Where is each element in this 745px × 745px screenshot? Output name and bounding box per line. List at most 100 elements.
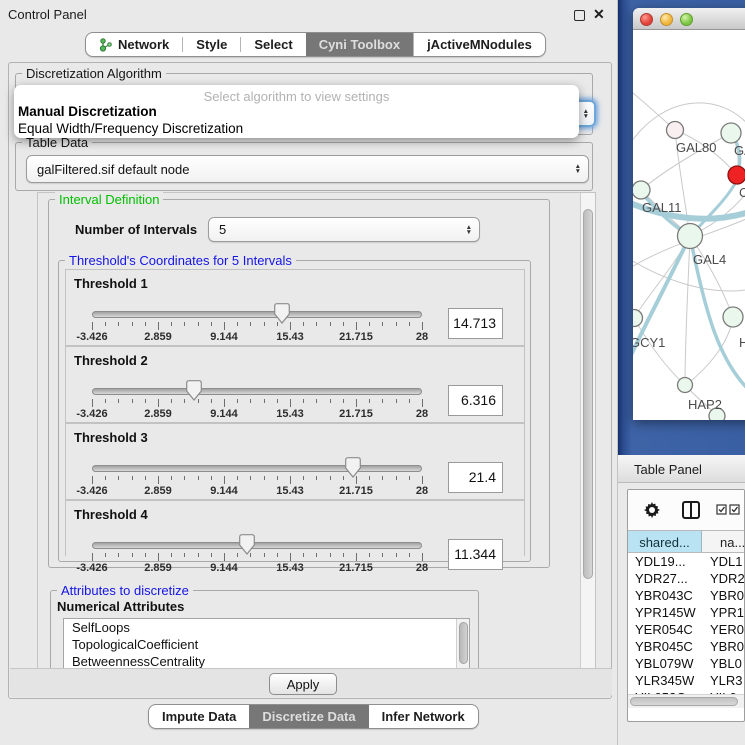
stepper-arrows-icon: ▲▼ <box>466 225 472 235</box>
table-data-combobox[interactable]: galFiltered.sif default node ▲▼ <box>26 155 589 183</box>
table-panel-title: Table Panel <box>634 462 702 477</box>
slider-ticks <box>92 553 422 562</box>
panel-title: Control Panel <box>8 7 87 22</box>
table-row[interactable]: YBR045CYBR0 <box>628 638 744 655</box>
close-icon[interactable]: ✕ <box>593 6 605 23</box>
attribute-list-item[interactable]: SelfLoops <box>64 619 469 636</box>
tab-cyni-toolbox[interactable]: Cyni Toolbox <box>306 33 413 56</box>
node-label: C <box>739 185 745 200</box>
tab-impute-data[interactable]: Impute Data <box>149 705 249 728</box>
network-node <box>678 224 703 249</box>
network-canvas[interactable]: GAL80 GA C GAL11 GAL4 GCY1 H HAP2 <box>633 30 745 420</box>
tab-discretize-data[interactable]: Discretize Data <box>249 705 368 728</box>
slider-handle[interactable] <box>345 457 361 478</box>
screen: Control Panel ✕ Network Style Select Cyn… <box>0 0 745 745</box>
scrollbar-thumb[interactable] <box>583 209 593 579</box>
slider-track[interactable] <box>92 388 422 395</box>
column-header-name[interactable]: na... <box>702 531 744 552</box>
slider-handle[interactable] <box>186 380 202 401</box>
group-title: Attributes to discretize <box>57 583 193 598</box>
node-table-window: shared... na... YDL19...YDL1YDR27...YDR2… <box>627 489 745 722</box>
attribute-list-item[interactable]: TopologicalCoefficient <box>64 636 469 653</box>
algorithm-dropdown-popup: Select algorithm to view settings Manual… <box>14 85 579 138</box>
threshold-1-slider[interactable]: -3.4262.8599.14415.4321.71528 <box>92 300 422 344</box>
number-of-intervals-combobox[interactable]: 5 ▲▼ <box>208 217 480 242</box>
node-label: GAL80 <box>676 140 716 155</box>
dropdown-option-manual[interactable]: Manual Discretization <box>14 104 579 121</box>
split-columns-icon[interactable] <box>682 501 700 519</box>
threshold-coordinates-group: Threshold's Coordinates for 5 Intervals … <box>58 260 531 562</box>
table-row[interactable]: YBR043CYBR0 <box>628 587 744 604</box>
table-row[interactable]: YDR27...YDR2 <box>628 570 744 587</box>
close-traffic-icon[interactable] <box>640 13 653 26</box>
column-header-shared-name[interactable]: shared... <box>628 531 702 552</box>
table-row[interactable]: YER054CYER0 <box>628 621 744 638</box>
scrollbar-thumb[interactable] <box>630 697 738 706</box>
group-title: Interval Definition <box>55 192 163 207</box>
tab-select[interactable]: Select <box>241 33 305 56</box>
number-of-intervals-label: Number of Intervals <box>75 222 197 237</box>
table-rows: YDL19...YDL1YDR27...YDR2YBR043CYBR0YPR14… <box>628 553 744 706</box>
attributes-group: Attributes to discretize Numerical Attri… <box>50 590 479 676</box>
tab-style[interactable]: Style <box>183 33 240 56</box>
network-node <box>721 123 741 143</box>
dropdown-hint: Select algorithm to view settings <box>14 89 579 104</box>
node-label: GAL11 <box>642 200 682 215</box>
table-hscrollbar[interactable] <box>628 694 744 708</box>
bottom-tabstrip: Impute Data Discretize Data Infer Networ… <box>148 704 479 729</box>
network-window-titlebar <box>633 8 745 30</box>
number-of-intervals-value: 5 <box>219 222 226 237</box>
threshold-4-value[interactable]: 11.344 <box>448 539 503 570</box>
threshold-1-value[interactable]: 14.713 <box>448 308 503 339</box>
threshold-label: Threshold 1 <box>74 276 148 291</box>
slider-tick-labels: -3.4262.8599.14415.4321.71528 <box>92 331 422 343</box>
slider-track[interactable] <box>92 542 422 549</box>
threshold-4-row: Threshold 4 -3.4262.8599.14415.4321.7152… <box>65 500 525 556</box>
table-row[interactable]: YBL079WYBL0 <box>628 655 744 672</box>
slider-tick-labels: -3.4262.8599.14415.4321.71528 <box>92 485 422 497</box>
slider-track[interactable] <box>92 311 422 318</box>
slider-handle[interactable] <box>274 303 290 324</box>
list-scrollbar[interactable] <box>456 619 469 669</box>
numerical-attributes-list[interactable]: SelfLoopsTopologicalCoefficientBetweenne… <box>63 618 470 670</box>
network-view-window[interactable]: GAL80 GA C GAL11 GAL4 GCY1 H HAP2 <box>633 8 745 420</box>
float-window-icon[interactable] <box>574 10 585 21</box>
slider-ticks <box>92 399 422 408</box>
gear-icon[interactable] <box>644 502 660 518</box>
slider-tick-labels: -3.4262.8599.14415.4321.71528 <box>92 408 422 420</box>
slider-ticks <box>92 476 422 485</box>
tab-network[interactable]: Network <box>86 33 182 56</box>
apply-button[interactable]: Apply <box>269 673 337 695</box>
table-row[interactable]: YPR145WYPR1 <box>628 604 744 621</box>
checkbox-icon[interactable] <box>716 504 727 515</box>
minimize-traffic-icon[interactable] <box>660 13 673 26</box>
checkbox-icon[interactable] <box>729 504 740 515</box>
scrollbar-thumb[interactable] <box>459 622 468 664</box>
slider-ticks <box>92 322 422 331</box>
control-panel-titlebar: Control Panel ✕ <box>0 0 617 28</box>
threshold-4-slider[interactable]: -3.4262.8599.14415.4321.71528 <box>92 531 422 575</box>
table-row[interactable]: YDL19...YDL1 <box>628 553 744 570</box>
threshold-2-value[interactable]: 6.316 <box>448 385 503 416</box>
network-node <box>667 122 684 139</box>
threshold-3-value[interactable]: 21.4 <box>448 462 503 493</box>
threshold-1-row: Threshold 1 -3.4262.8599.14415.4321.7152… <box>65 269 525 346</box>
threshold-2-slider[interactable]: -3.4262.8599.14415.4321.71528 <box>92 377 422 421</box>
table-row[interactable]: YLR345WYLR3 <box>628 672 744 689</box>
cyni-toolbox-panel: Discretization Algorithm ▲▼ Select algor… <box>8 62 612 699</box>
node-label: GA <box>734 143 745 158</box>
dropdown-option-equal-width[interactable]: Equal Width/Frequency Discretization <box>14 121 579 138</box>
table-panel-header: Table Panel <box>618 455 745 483</box>
apply-bar: Apply <box>10 668 612 697</box>
threshold-label: Threshold 3 <box>74 430 148 445</box>
panel-scrollbar[interactable] <box>580 193 595 669</box>
table-panel-body: shared... na... YDL19...YDL1YDR27...YDR2… <box>618 483 745 745</box>
slider-track[interactable] <box>92 465 422 472</box>
zoom-traffic-icon[interactable] <box>680 13 693 26</box>
group-title: Threshold's Coordinates for 5 Intervals <box>65 253 296 268</box>
slider-handle[interactable] <box>239 534 255 555</box>
tab-jactivemnodules[interactable]: jActiveMNodules <box>413 33 545 56</box>
interval-definition-group: Interval Definition Number of Intervals … <box>48 199 550 568</box>
threshold-3-slider[interactable]: -3.4262.8599.14415.4321.71528 <box>92 454 422 498</box>
tab-infer-network[interactable]: Infer Network <box>369 705 478 728</box>
